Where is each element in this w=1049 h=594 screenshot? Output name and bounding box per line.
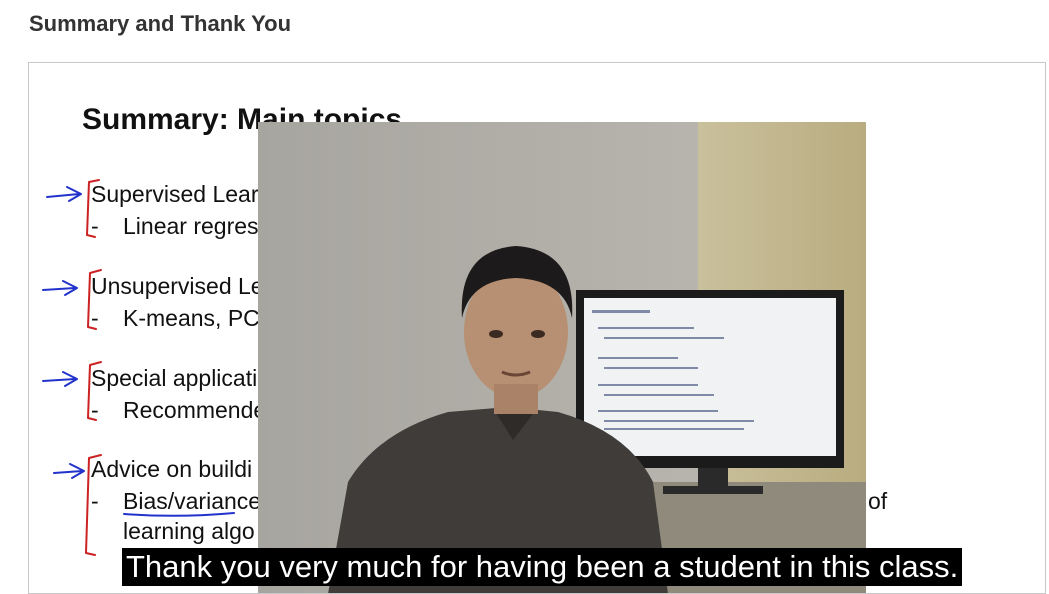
page-title: Summary and Thank You	[29, 11, 292, 36]
topic-advice-on-building: Advice on buildi	[91, 456, 253, 482]
subtopic-bias-variance: Bias/variance	[123, 488, 262, 514]
video-caption: Thank you very much for having been a st…	[122, 548, 963, 586]
subtopic-linear-regression: Linear regres	[123, 213, 259, 239]
topic-supervised-learning: Supervised Learr	[91, 181, 267, 207]
topic-unsupervised-learning: Unsupervised Le	[91, 273, 264, 299]
video-player[interactable]: Summary: Main topics Supervised Learr - …	[28, 62, 1046, 594]
bullet-dash: -	[91, 305, 99, 331]
bullet-dash: -	[91, 397, 99, 423]
subtopic-recommender: Recommende	[123, 397, 267, 423]
arrow-icon	[53, 463, 85, 479]
webcam-video	[258, 122, 866, 593]
subtopic-trailing-text: of	[868, 488, 888, 514]
bullet-dash: -	[91, 488, 99, 514]
instructor-video-frame	[258, 122, 866, 593]
bullet-dash: -	[91, 213, 99, 239]
arrow-icon	[46, 186, 82, 202]
subtopic-kmeans-pca: K-means, PCA	[123, 305, 276, 331]
topic-special-applications: Special applicati	[91, 365, 258, 391]
arrow-icon	[42, 280, 78, 296]
arrow-icon	[42, 371, 78, 387]
subtopic-learning-algorithms: learning algo	[123, 518, 255, 544]
